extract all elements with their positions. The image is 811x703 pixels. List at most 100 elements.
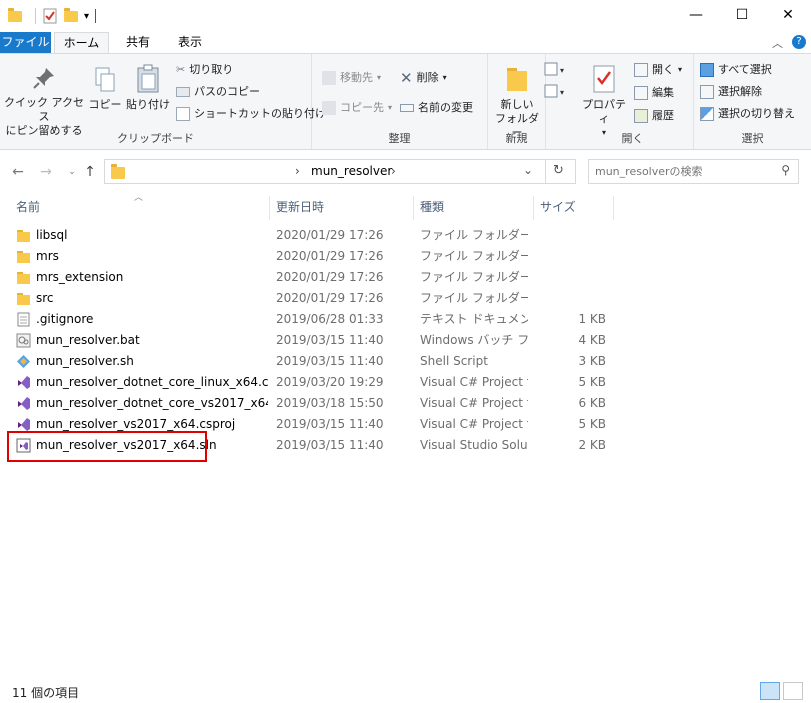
paste-shortcut-button[interactable]: ショートカットの貼り付け bbox=[176, 104, 326, 124]
delete-button[interactable]: ✕ 削除 ▾ bbox=[400, 68, 447, 88]
select-none-button[interactable]: 選択解除 bbox=[700, 82, 762, 102]
item-count: 11 個の項目 bbox=[12, 686, 80, 700]
properties-label: プロパティ bbox=[582, 98, 626, 125]
file-row[interactable]: mun_resolver_dotnet_core_vs2017_x64.cs..… bbox=[0, 393, 811, 414]
move-to-button[interactable]: 移動先 ▾ bbox=[322, 68, 381, 88]
file-size: 5 KB bbox=[578, 417, 606, 431]
file-date: 2019/06/28 01:33 bbox=[276, 312, 384, 326]
file-row[interactable]: mrs_extension 2020/01/29 17:26 ファイル フォルダー bbox=[0, 267, 811, 288]
properties-check-icon[interactable] bbox=[42, 8, 58, 24]
chevron-down-icon[interactable]: ⌄ bbox=[523, 163, 533, 177]
new-folder-button[interactable]: 新しい フォルダー bbox=[492, 64, 542, 140]
file-row[interactable]: libsql 2020/01/29 17:26 ファイル フォルダー bbox=[0, 225, 811, 246]
refresh-icon[interactable]: ↻ bbox=[553, 163, 564, 178]
tab-file[interactable]: ファイル bbox=[0, 32, 51, 53]
file-date: 2019/03/15 11:40 bbox=[276, 438, 384, 452]
paste-button[interactable]: 貼り付け bbox=[124, 64, 172, 112]
move-to-icon bbox=[322, 71, 336, 85]
shell-file-icon bbox=[16, 354, 31, 369]
cut-button[interactable]: ✂ 切り取り bbox=[176, 60, 233, 80]
file-row[interactable]: mun_resolver.bat 2019/03/15 11:40 Windows … bbox=[0, 330, 811, 351]
new-folder-icon[interactable] bbox=[64, 8, 80, 24]
column-name[interactable]: 名前 bbox=[10, 196, 270, 220]
address-bar[interactable]: › mun_resolver › ⌄ ↻ bbox=[104, 159, 576, 184]
copy-label: コピー bbox=[88, 98, 122, 111]
tab-home[interactable]: ホーム bbox=[54, 32, 109, 53]
file-row[interactable]: mun_resolver.sh 2019/03/15 11:40 Shell Scr… bbox=[0, 351, 811, 372]
file-row[interactable]: mun_resolver_dotnet_core_linux_x64.cspr.… bbox=[0, 372, 811, 393]
maximize-button[interactable]: ☐ bbox=[719, 0, 765, 30]
back-arrow-icon[interactable]: ← bbox=[10, 164, 26, 180]
select-all-button[interactable]: すべて選択 bbox=[700, 60, 772, 80]
select-none-label: 選択解除 bbox=[718, 85, 762, 98]
new-item-icon[interactable]: ▾ bbox=[544, 62, 566, 81]
column-type[interactable]: 種類 bbox=[414, 196, 534, 220]
vs-file-icon bbox=[16, 375, 31, 390]
easy-access-icon[interactable]: ▾ bbox=[544, 84, 566, 103]
title-separator bbox=[95, 9, 97, 23]
recent-locations-icon[interactable]: ⌄ bbox=[64, 164, 80, 180]
delete-x-icon: ✕ bbox=[400, 69, 413, 87]
breadcrumb-separator[interactable]: › bbox=[295, 164, 300, 178]
clipboard-group-label: クリップボード bbox=[117, 132, 194, 145]
file-list: libsql 2020/01/29 17:26 ファイル フォルダー mrs 2020/… bbox=[0, 225, 811, 456]
pin-quick-access-button[interactable]: クイック アクセス にピン留めする bbox=[4, 66, 84, 138]
open-group-label: 開く bbox=[621, 132, 644, 145]
column-size[interactable]: サイズ bbox=[534, 196, 614, 220]
file-size: 4 KB bbox=[578, 333, 606, 347]
breadcrumb-separator-2[interactable]: › bbox=[391, 164, 396, 178]
file-type: Visual C# Project f... bbox=[420, 417, 528, 431]
edit-button[interactable]: 編集 bbox=[634, 83, 674, 103]
folder-icon bbox=[111, 164, 125, 179]
paste-icon bbox=[137, 64, 159, 93]
invert-selection-label: 選択の切り替え bbox=[718, 107, 795, 120]
invert-selection-button[interactable]: 選択の切り替え bbox=[700, 104, 795, 124]
rename-icon bbox=[400, 104, 414, 112]
rename-button[interactable]: 名前の変更 bbox=[400, 98, 473, 118]
customize-toolbar-icon[interactable]: ▾ bbox=[84, 11, 89, 22]
collapse-ribbon-icon[interactable]: ︿ bbox=[772, 35, 783, 51]
file-date: 2019/03/20 19:29 bbox=[276, 375, 384, 389]
up-arrow-icon[interactable]: ↑ bbox=[82, 164, 98, 180]
large-icons-view-icon[interactable] bbox=[783, 682, 803, 700]
invert-selection-icon bbox=[700, 107, 714, 121]
search-box[interactable]: ⚲ bbox=[588, 159, 799, 184]
folder-file-icon bbox=[16, 249, 31, 264]
copy-path-button[interactable]: パスのコピー bbox=[176, 82, 260, 102]
folder-file-icon bbox=[16, 228, 31, 243]
edit-icon bbox=[634, 86, 648, 100]
divider bbox=[545, 160, 546, 183]
open-button[interactable]: 開く ▾ bbox=[634, 60, 682, 80]
file-row[interactable]: mrs 2020/01/29 17:26 ファイル フォルダー bbox=[0, 246, 811, 267]
file-name: mrs_extension bbox=[36, 270, 124, 284]
copy-to-label: コピー先 bbox=[340, 101, 384, 114]
search-input[interactable] bbox=[595, 163, 770, 180]
vs-file-icon bbox=[16, 417, 31, 432]
new-folder-icon bbox=[507, 68, 527, 91]
details-view-icon[interactable] bbox=[760, 682, 780, 700]
svg-text:▾: ▾ bbox=[560, 88, 564, 97]
breadcrumb-current[interactable]: mun_resolver bbox=[311, 164, 392, 178]
file-row[interactable]: .gitignore 2019/06/28 01:33 テキスト ドキュメント 1 K… bbox=[0, 309, 811, 330]
tab-share[interactable]: 共有 bbox=[116, 32, 160, 53]
file-name: mun_resolver.bat bbox=[36, 333, 140, 347]
select-group: すべて選択 選択解除 選択の切り替え 選択 bbox=[694, 54, 811, 149]
properties-button[interactable]: プロパティ ▾ bbox=[580, 64, 628, 140]
file-size: 6 KB bbox=[578, 396, 606, 410]
minimize-button[interactable]: — bbox=[673, 0, 719, 30]
tab-view[interactable]: 表示 bbox=[168, 32, 212, 53]
folder-file-icon bbox=[16, 270, 31, 285]
history-button[interactable]: 履歴 bbox=[634, 106, 674, 126]
copy-button[interactable]: コピー bbox=[88, 66, 122, 112]
copy-icon bbox=[95, 67, 115, 92]
file-date: 2019/03/15 11:40 bbox=[276, 417, 384, 431]
file-row[interactable]: src 2020/01/29 17:26 ファイル フォルダー bbox=[0, 288, 811, 309]
close-button[interactable]: ✕ bbox=[765, 0, 811, 30]
file-type: Visual C# Project f... bbox=[420, 396, 528, 410]
help-icon[interactable]: ? bbox=[792, 35, 806, 49]
search-icon[interactable]: ⚲ bbox=[781, 163, 790, 177]
forward-arrow-icon[interactable]: → bbox=[38, 164, 54, 180]
column-date[interactable]: 更新日時 bbox=[270, 196, 414, 220]
copy-to-button[interactable]: コピー先 ▾ bbox=[322, 98, 392, 118]
file-type: ファイル フォルダー bbox=[420, 270, 528, 284]
